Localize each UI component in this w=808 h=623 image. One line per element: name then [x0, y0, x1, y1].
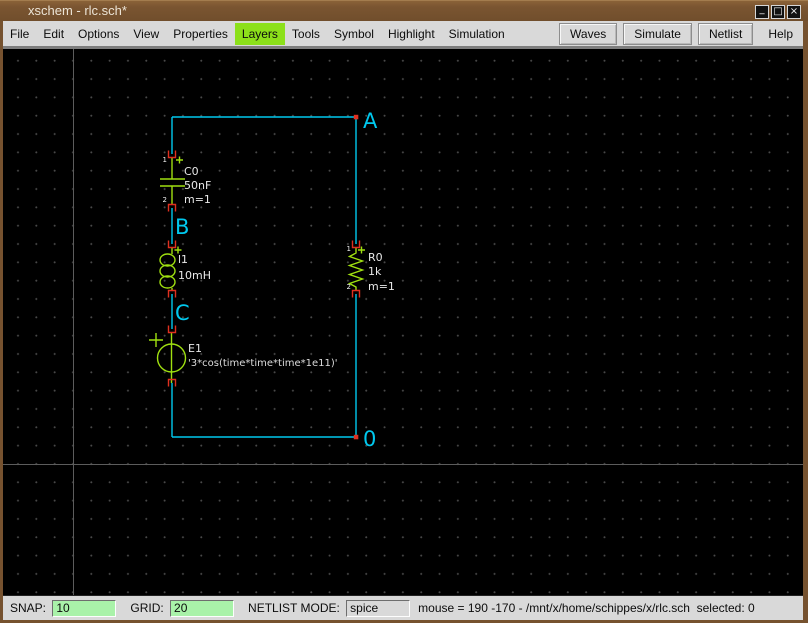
netlist-button[interactable]: Netlist	[698, 23, 753, 45]
mouse-status-text: mouse = 190 -170 - /mnt/x/home/schippes/…	[418, 601, 755, 615]
rlc-schematic: 1 2 C0 50nF m=1	[3, 49, 803, 595]
capacitor-pin2-number: 2	[163, 196, 167, 204]
grid-input[interactable]	[170, 600, 234, 617]
close-icon[interactable]: ×	[787, 5, 801, 19]
component-resistor-r0[interactable]: 1 2 R0 1k m=1	[347, 241, 395, 298]
resistor-value[interactable]: 1k	[368, 265, 382, 278]
menu-options[interactable]: Options	[71, 23, 126, 45]
resistor-symbol	[350, 247, 366, 292]
snap-label: SNAP:	[10, 601, 49, 615]
menubar: File Edit Options View Properties Layers…	[3, 21, 803, 46]
maximize-icon[interactable]: □	[771, 5, 785, 19]
netlist-mode-label: NETLIST MODE:	[248, 601, 343, 615]
grid-label: GRID:	[130, 601, 167, 615]
vsource-value[interactable]: '3*cos(time*time*time*1e11)'	[188, 358, 338, 369]
statusbar: SNAP: GRID: NETLIST MODE: mouse = 190 -1…	[3, 595, 803, 620]
waves-button[interactable]: Waves	[559, 23, 617, 45]
capacitor-ref[interactable]: C0	[184, 165, 199, 178]
menu-highlight[interactable]: Highlight	[381, 23, 442, 45]
inductor-value[interactable]: 10mH	[178, 269, 211, 282]
menu-edit[interactable]: Edit	[36, 23, 71, 45]
window-controls: _ □ ×	[755, 5, 801, 19]
inductor-ref[interactable]: l1	[178, 253, 188, 266]
resistor-param[interactable]: m=1	[368, 280, 395, 293]
minimize-icon[interactable]: _	[755, 5, 769, 19]
net-label-a[interactable]: A	[363, 109, 378, 133]
help-button[interactable]: Help	[760, 24, 801, 44]
net-label-c[interactable]: C	[175, 301, 190, 325]
window-title: xschem - rlc.sch*	[28, 1, 127, 21]
menu-simulation[interactable]: Simulation	[442, 23, 512, 45]
resistor-pin2-number: 2	[347, 283, 351, 291]
netlist-mode-input[interactable]	[346, 600, 410, 617]
menu-tools[interactable]: Tools	[285, 23, 327, 45]
snap-input[interactable]	[52, 600, 116, 617]
component-inductor-l1[interactable]: l1 10mH	[160, 241, 211, 298]
capacitor-param[interactable]: m=1	[184, 193, 211, 206]
resistor-ref[interactable]: R0	[368, 251, 383, 264]
menu-symbol[interactable]: Symbol	[327, 23, 381, 45]
capacitor-value[interactable]: 50nF	[184, 179, 211, 192]
xschem-window: xschem - rlc.sch* _ □ × File Edit Option…	[0, 0, 808, 623]
menu-view[interactable]: View	[126, 23, 166, 45]
vsource-symbol	[149, 332, 186, 383]
menu-properties[interactable]: Properties	[166, 23, 235, 45]
titlebar[interactable]: xschem - rlc.sch* _ □ ×	[0, 0, 808, 21]
simulate-button[interactable]: Simulate	[623, 23, 692, 45]
resistor-pin1-number: 1	[347, 245, 351, 253]
menu-layers[interactable]: Layers	[235, 23, 285, 45]
vsource-ref[interactable]: E1	[188, 342, 202, 355]
schematic-canvas[interactable]: 1 2 C0 50nF m=1	[3, 49, 803, 595]
component-vsource-e1[interactable]: E1 '3*cos(time*time*time*1e11)'	[149, 326, 338, 387]
capacitor-pin1-number: 1	[163, 156, 167, 164]
net-label-0[interactable]: 0	[363, 427, 376, 451]
menu-file[interactable]: File	[3, 23, 36, 45]
net-label-b[interactable]: B	[175, 215, 189, 239]
component-capacitor-c0[interactable]: 1 2 C0 50nF m=1	[160, 151, 211, 212]
